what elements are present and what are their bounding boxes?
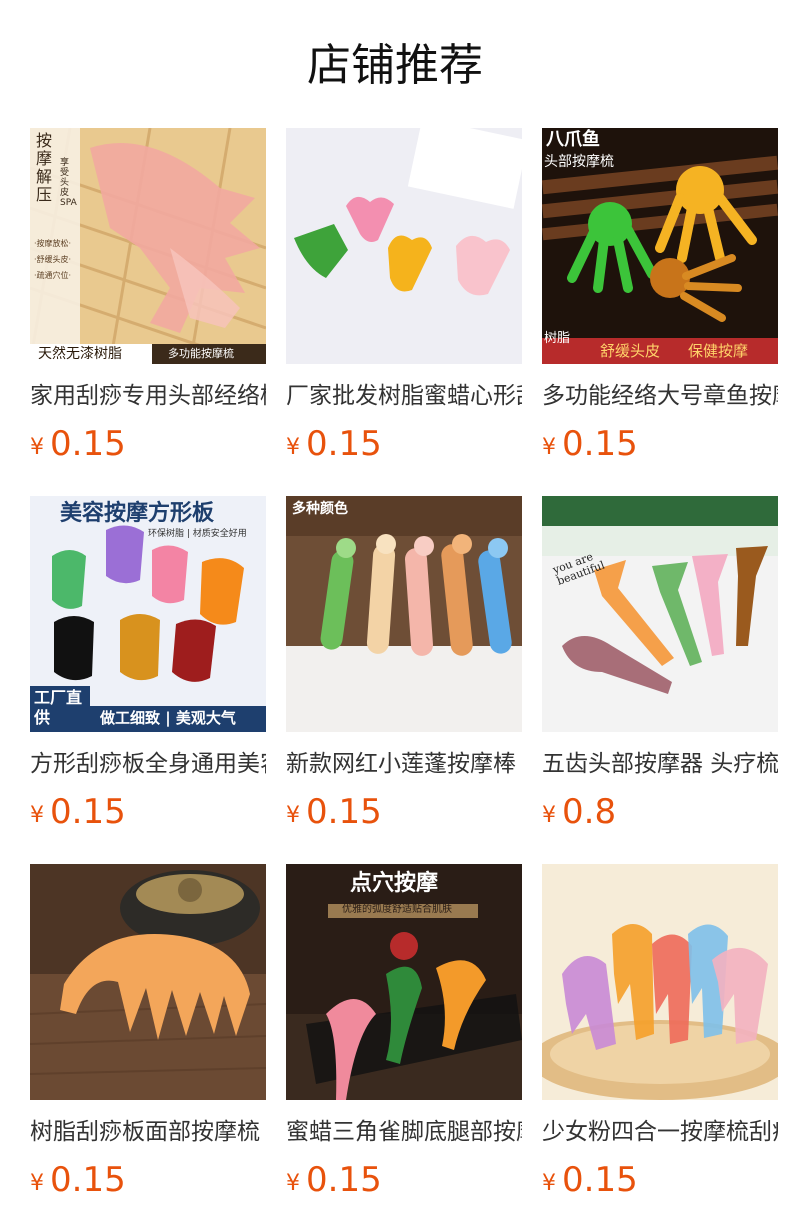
product-price: ¥0.15: [286, 790, 522, 834]
image-overlay-text: 按摩解压: [36, 131, 53, 204]
product-image[interactable]: [30, 864, 266, 1100]
price-value: 0.15: [50, 424, 126, 464]
product-image[interactable]: 多种颜色: [286, 496, 522, 732]
image-overlay-text: 做工细致 | 美观大气: [100, 709, 236, 727]
product-image[interactable]: [542, 864, 778, 1100]
image-overlay-text: ·按摩放松·: [34, 239, 72, 248]
price-value: 0.15: [306, 424, 382, 464]
price-value: 0.8: [562, 792, 617, 832]
image-overlay-text: 树脂: [544, 331, 571, 346]
image-overlay-text: 美容按摩方形板: [60, 500, 215, 526]
image-overlay-text: 环保树脂 | 材质安全好用: [148, 529, 247, 539]
image-overlay-text: 头部按摩梳: [544, 154, 614, 170]
image-overlay-text: 优雅的弧度舒适贴合肌肤: [342, 904, 452, 915]
product-price: ¥0.15: [286, 1158, 522, 1202]
product-price: ¥0.8: [542, 790, 778, 834]
product-name[interactable]: 方形刮痧板全身通用美容板: [30, 748, 266, 780]
product-name[interactable]: 厂家批发树脂蜜蜡心形刮痧板: [286, 380, 522, 412]
product-card[interactable]: 按摩解压 享受头皮SPA ·按摩放松· ·舒缓头皮· ·疏通穴位· 天然无漆树脂…: [30, 128, 266, 496]
image-overlay-text: 舒缓头皮: [600, 342, 661, 360]
product-price: ¥0.15: [542, 1158, 778, 1202]
image-overlay-text: 多功能按摩梳: [168, 347, 234, 360]
product-name[interactable]: 多功能经络大号章鱼按摩梳: [542, 380, 778, 412]
currency-symbol: ¥: [286, 803, 300, 828]
image-overlay-text: 保健按摩: [688, 342, 749, 360]
price-value: 0.15: [306, 792, 382, 832]
price-value: 0.15: [562, 1160, 638, 1200]
product-card[interactable]: 美容按摩方形板 环保树脂 | 材质安全好用 工厂直供 做工细致 | 美观大气 方…: [30, 496, 266, 864]
image-overlay-text: 多种颜色: [292, 501, 348, 517]
currency-symbol: ¥: [542, 1171, 556, 1196]
product-card[interactable]: 厂家批发树脂蜜蜡心形刮痧板 ¥0.15: [286, 128, 522, 496]
price-value: 0.15: [50, 792, 126, 832]
product-image[interactable]: 点穴按摩 优雅的弧度舒适贴合肌肤: [286, 864, 522, 1100]
product-card[interactable]: 八爪鱼 头部按摩梳 树脂 舒缓头皮 保健按摩 多功能经络大号章鱼按摩梳 ¥0.1…: [542, 128, 778, 496]
product-image[interactable]: 按摩解压 享受头皮SPA ·按摩放松· ·舒缓头皮· ·疏通穴位· 天然无漆树脂…: [30, 128, 266, 364]
product-card[interactable]: you are beautiful 五齿头部按摩器 头疗梳 ¥0.8: [542, 496, 778, 864]
image-overlay-text: ·舒缓头皮·: [34, 255, 72, 264]
currency-symbol: ¥: [542, 435, 556, 460]
product-name[interactable]: 五齿头部按摩器 头疗梳: [542, 748, 778, 780]
currency-symbol: ¥: [286, 1171, 300, 1196]
product-price: ¥0.15: [30, 1158, 266, 1202]
product-card[interactable]: 树脂刮痧板面部按摩梳 ¥0.15: [30, 864, 266, 1232]
product-name[interactable]: 蜜蜡三角雀脚底腿部按摩器: [286, 1116, 522, 1148]
image-overlay-text: 天然无漆树脂: [38, 346, 122, 362]
section-title: 店铺推荐: [307, 40, 483, 91]
product-image[interactable]: [286, 128, 522, 364]
product-card[interactable]: 多种颜色 新款网红小莲蓬按摩棒 ¥0.15: [286, 496, 522, 864]
price-value: 0.15: [50, 1160, 126, 1200]
product-price: ¥0.15: [30, 790, 266, 834]
currency-symbol: ¥: [286, 435, 300, 460]
image-overlay-text: 八爪鱼: [546, 129, 600, 150]
product-price: ¥0.15: [542, 422, 778, 466]
currency-symbol: ¥: [30, 435, 44, 460]
product-name[interactable]: 家用刮痧专用头部经络梳: [30, 380, 266, 412]
product-card[interactable]: 少女粉四合一按摩梳刮痧板 ¥0.15: [542, 864, 778, 1232]
currency-symbol: ¥: [30, 803, 44, 828]
image-overlay-text: 点穴按摩: [350, 870, 439, 896]
price-value: 0.15: [306, 1160, 382, 1200]
product-price: ¥0.15: [30, 422, 266, 466]
image-overlay-text: ·疏通穴位·: [34, 271, 72, 280]
image-overlay-text: 享受头皮SPA: [60, 158, 77, 208]
product-image[interactable]: 八爪鱼 头部按摩梳 树脂 舒缓头皮 保健按摩: [542, 128, 778, 364]
product-name[interactable]: 少女粉四合一按摩梳刮痧板: [542, 1116, 778, 1148]
product-grid: 按摩解压 享受头皮SPA ·按摩放松· ·舒缓头皮· ·疏通穴位· 天然无漆树脂…: [30, 128, 780, 1232]
product-image[interactable]: 美容按摩方形板 环保树脂 | 材质安全好用 工厂直供 做工细致 | 美观大气: [30, 496, 266, 732]
product-card[interactable]: 点穴按摩 优雅的弧度舒适贴合肌肤 蜜蜡三角雀脚底腿部按摩器 ¥0.15: [286, 864, 522, 1232]
product-price: ¥0.15: [286, 422, 522, 466]
image-overlay-text: 工厂直供: [34, 688, 83, 727]
price-value: 0.15: [562, 424, 638, 464]
product-name[interactable]: 树脂刮痧板面部按摩梳: [30, 1116, 266, 1148]
product-image[interactable]: you are beautiful: [542, 496, 778, 732]
currency-symbol: ¥: [30, 1171, 44, 1196]
product-name[interactable]: 新款网红小莲蓬按摩棒: [286, 748, 522, 780]
currency-symbol: ¥: [542, 803, 556, 828]
